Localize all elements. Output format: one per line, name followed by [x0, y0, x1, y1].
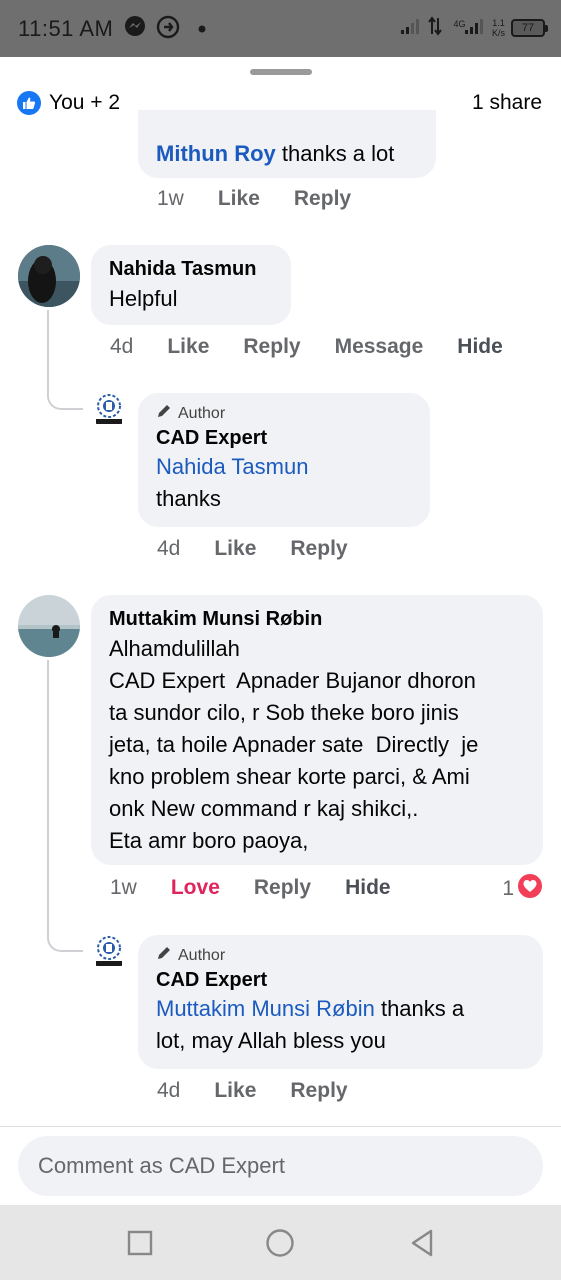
reply-actions: 4d Like Reply	[157, 1079, 382, 1103]
like-button[interactable]: Like	[167, 335, 209, 359]
comment-text: thanks a lot	[275, 141, 395, 166]
reply-button[interactable]: Reply	[254, 876, 311, 900]
comment-actions: 1w Like Reply	[157, 187, 385, 211]
reply-author[interactable]: CAD Expert	[156, 425, 412, 451]
signal-icon	[400, 17, 422, 40]
thread-connector	[47, 660, 83, 952]
data-saver-icon	[156, 15, 180, 44]
reaction-count[interactable]: 1	[502, 874, 542, 904]
reply-age: 4d	[157, 1079, 181, 1102]
author-badge: Author	[156, 945, 525, 967]
comment-age: 4d	[110, 335, 134, 358]
mention-link[interactable]: Muttakim Munsi Røbin	[156, 996, 375, 1021]
hide-button[interactable]: Hide	[345, 876, 391, 900]
like-reaction-icon	[17, 91, 41, 115]
comment-author[interactable]: Muttakim Munsi Røbin	[109, 605, 525, 633]
back-button[interactable]	[402, 1225, 442, 1261]
reply-button[interactable]: Reply	[290, 1079, 347, 1103]
comment-author[interactable]: Nahida Tasmun	[109, 255, 273, 283]
battery-icon: 77	[511, 19, 548, 37]
home-button[interactable]	[260, 1225, 300, 1261]
comment-text: Alhamdulillah CAD Expert Apnader Bujanor…	[109, 636, 479, 853]
reactions-text: You + 2	[49, 91, 121, 114]
reply-age: 4d	[157, 537, 181, 560]
network-indicator: 4G	[448, 17, 486, 40]
messenger-icon	[124, 15, 146, 42]
comment-bubble: Muttakim Munsi Røbin Alhamdulillah CAD E…	[91, 595, 543, 865]
network-type: 4G	[453, 18, 466, 29]
comment-bubble: Mithun Roy thanks a lot	[138, 110, 436, 178]
reply-bubble: Author CAD Expert Muttakim Munsi Røbin t…	[138, 935, 543, 1069]
page-avatar[interactable]	[91, 935, 127, 971]
divider	[0, 1126, 561, 1127]
mention-link[interactable]: Mithun Roy	[156, 141, 276, 166]
comment-age: 1w	[157, 187, 184, 210]
reply-text: thanks	[156, 486, 221, 511]
mention-link[interactable]: Nahida Tasmun	[156, 451, 412, 483]
reply-button[interactable]: Reply	[294, 187, 351, 211]
author-badge: Author	[156, 403, 412, 425]
comment-actions: 1w Love Reply Hide	[110, 876, 425, 900]
comment-actions: 4d Like Reply Message Hide	[110, 335, 537, 359]
reactions-summary[interactable]: You + 2	[17, 90, 120, 116]
share-count[interactable]: 1 share	[472, 91, 542, 115]
pencil-icon	[156, 403, 172, 425]
status-bar: 11:51 AM 4G 1.1 K/s 77	[0, 0, 561, 57]
thread-connector	[47, 310, 83, 410]
recents-button[interactable]	[120, 1225, 160, 1261]
reply-actions: 4d Like Reply	[157, 537, 382, 561]
message-button[interactable]: Message	[335, 335, 424, 359]
system-nav-bar	[0, 1205, 561, 1280]
pencil-icon	[156, 945, 172, 967]
like-button[interactable]: Like	[214, 537, 256, 561]
reply-author[interactable]: CAD Expert	[156, 967, 525, 993]
avatar[interactable]	[18, 245, 80, 307]
notification-dot-icon	[198, 20, 206, 38]
love-button[interactable]: Love	[171, 876, 220, 900]
status-time: 11:51 AM	[18, 16, 114, 41]
love-reaction-icon	[518, 874, 542, 904]
reply-text: Muttakim Munsi Røbin thanks a	[156, 996, 465, 1021]
comment-age: 1w	[110, 876, 137, 899]
avatar[interactable]	[18, 595, 80, 657]
like-button[interactable]: Like	[218, 187, 260, 211]
like-button[interactable]: Like	[214, 1079, 256, 1103]
drag-handle[interactable]	[250, 69, 312, 75]
hide-button[interactable]: Hide	[457, 335, 503, 359]
page-avatar[interactable]	[91, 393, 127, 429]
reply-bubble: Author CAD Expert Nahida Tasmun thanks	[138, 393, 430, 527]
reply-button[interactable]: Reply	[290, 537, 347, 561]
network-speed: 1.1 K/s	[491, 18, 505, 38]
comment-input[interactable]: Comment as CAD Expert	[18, 1136, 543, 1196]
reply-button[interactable]: Reply	[243, 335, 300, 359]
data-transfer-icon	[427, 15, 442, 41]
comment-bubble: Nahida Tasmun Helpful	[91, 245, 291, 325]
comment-text: Helpful	[109, 286, 178, 311]
